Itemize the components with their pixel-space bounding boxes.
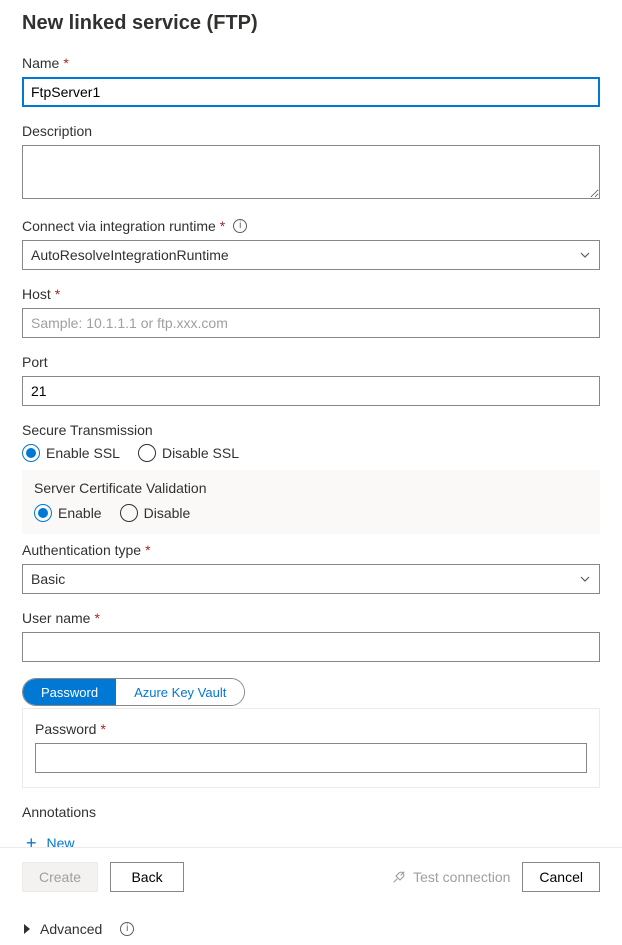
advanced-expander[interactable]: Advanced i <box>22 913 600 945</box>
akv-pill[interactable]: Azure Key Vault <box>116 679 244 705</box>
cert-enable-radio[interactable]: Enable <box>34 504 102 522</box>
cert-disable-radio[interactable]: Disable <box>120 504 191 522</box>
port-label: Port <box>22 354 600 370</box>
annotations-label: Annotations <box>22 804 600 820</box>
disable-ssl-radio[interactable]: Disable SSL <box>138 444 239 462</box>
enable-ssl-radio[interactable]: Enable SSL <box>22 444 120 462</box>
description-label: Description <box>22 123 600 139</box>
chevron-down-icon <box>579 249 591 261</box>
username-input[interactable] <box>22 632 600 662</box>
runtime-select[interactable]: AutoResolveIntegrationRuntime <box>22 240 600 270</box>
auth-label: Authentication type* <box>22 542 600 558</box>
connection-icon <box>391 869 407 885</box>
host-input[interactable] <box>22 308 600 338</box>
password-source-toggle[interactable]: Password Azure Key Vault <box>22 678 245 706</box>
auth-select[interactable]: Basic <box>22 564 600 594</box>
description-input[interactable] <box>22 145 600 199</box>
password-pill[interactable]: Password <box>23 679 116 705</box>
info-icon[interactable]: i <box>233 219 247 233</box>
test-connection-button[interactable]: Test connection <box>391 869 510 885</box>
cert-label: Server Certificate Validation <box>34 480 588 496</box>
password-input[interactable] <box>35 743 587 773</box>
port-input[interactable] <box>22 376 600 406</box>
name-input[interactable] <box>22 77 600 107</box>
username-label: User name* <box>22 610 600 626</box>
chevron-down-icon <box>579 573 591 585</box>
chevron-right-icon <box>24 924 30 934</box>
info-icon[interactable]: i <box>120 922 134 936</box>
host-label: Host* <box>22 286 600 302</box>
footer: Create Back Test connection Cancel <box>0 847 622 906</box>
runtime-label: Connect via integration runtime* i <box>22 218 600 234</box>
name-label: Name* <box>22 55 600 71</box>
back-button[interactable]: Back <box>110 862 184 892</box>
page-title: New linked service (FTP) <box>22 12 600 35</box>
cancel-button[interactable]: Cancel <box>522 862 600 892</box>
create-button[interactable]: Create <box>22 862 98 892</box>
password-label: Password* <box>35 721 587 737</box>
secure-label: Secure Transmission <box>22 422 600 438</box>
